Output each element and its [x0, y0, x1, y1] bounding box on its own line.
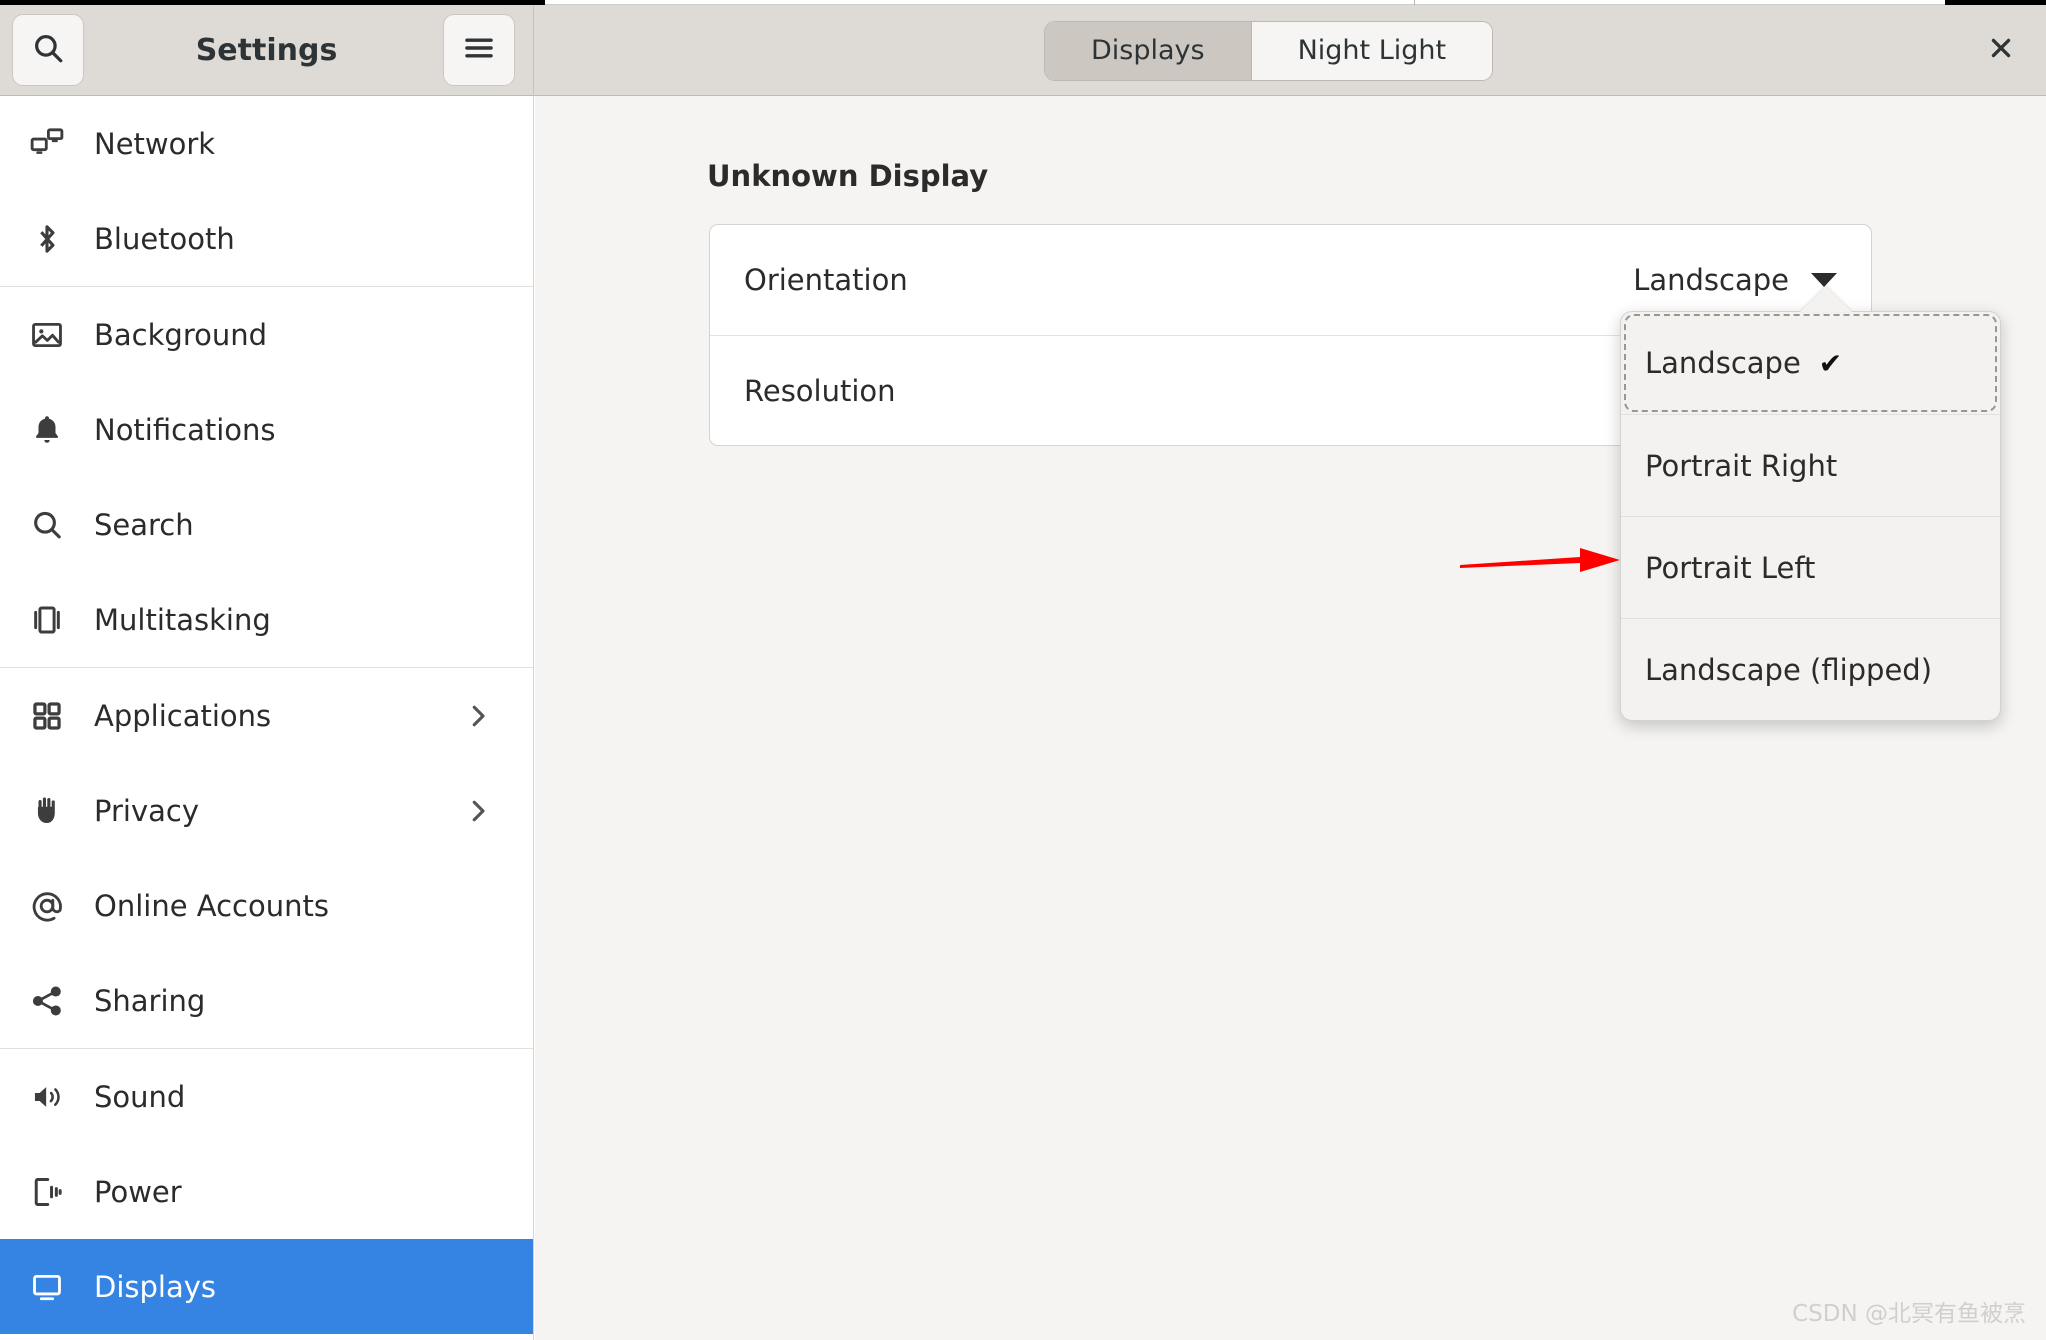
- sidebar-item-notifications[interactable]: Notifications: [0, 382, 533, 477]
- dropdown-popover-tail: [1800, 286, 1852, 312]
- close-button[interactable]: [1956, 25, 2046, 77]
- orientation-value: Landscape: [1633, 263, 1789, 297]
- sidebar-item-label: Displays: [94, 1269, 217, 1304]
- header-bar-sidebar-section: Settings: [0, 4, 534, 96]
- power-plug-icon: [24, 1175, 70, 1209]
- sidebar-item-network[interactable]: Network: [0, 96, 533, 191]
- sidebar-item-background[interactable]: Background: [0, 287, 533, 382]
- close-icon: [1987, 31, 2015, 71]
- bell-icon: [24, 413, 70, 447]
- menu-item-label: Portrait Left: [1645, 550, 1816, 585]
- sidebar-item-sharing[interactable]: Sharing: [0, 953, 533, 1048]
- chevron-right-icon: [463, 796, 493, 826]
- sidebar-item-label: Notifications: [94, 412, 276, 447]
- menu-item-portrait-right[interactable]: Portrait Right: [1621, 414, 2000, 516]
- sidebar-item-displays[interactable]: Displays: [0, 1239, 533, 1334]
- menu-item-landscape-flipped[interactable]: Landscape (flipped): [1621, 618, 2000, 720]
- menu-item-portrait-left[interactable]: Portrait Left: [1621, 516, 2000, 618]
- hamburger-menu-icon: [462, 31, 496, 69]
- menu-item-landscape[interactable]: Landscape ✔: [1621, 312, 2000, 414]
- tab-displays[interactable]: Displays: [1045, 21, 1251, 80]
- sidebar-item-label: Sound: [94, 1079, 186, 1114]
- search-icon: [24, 508, 70, 542]
- orientation-label: Orientation: [744, 263, 908, 297]
- sidebar-item-applications[interactable]: Applications: [0, 668, 533, 763]
- monitor-icon: [24, 1270, 70, 1304]
- chevron-right-icon: [463, 701, 493, 731]
- sidebar: Network Bluetooth Background Notificatio…: [0, 96, 534, 1340]
- sidebar-item-label: Network: [94, 126, 216, 161]
- sidebar-item-power[interactable]: Power: [0, 1144, 533, 1239]
- sidebar-item-label: Applications: [94, 698, 272, 733]
- settings-window: Settings Displays Night Light Network Bl…: [0, 0, 2046, 1340]
- sidebar-item-search[interactable]: Search: [0, 477, 533, 572]
- sidebar-item-sound[interactable]: Sound: [0, 1049, 533, 1144]
- speaker-icon: [24, 1080, 70, 1114]
- share-icon: [24, 984, 70, 1018]
- sidebar-item-privacy[interactable]: Privacy: [0, 763, 533, 858]
- menu-item-label: Landscape: [1645, 346, 1801, 380]
- check-icon: ✔: [1818, 346, 1843, 380]
- bluetooth-icon: [24, 222, 70, 256]
- background-icon: [24, 318, 70, 352]
- orientation-dropdown-menu: Landscape ✔ Portrait Right Portrait Left…: [1620, 311, 2001, 721]
- tab-displays-label: Displays: [1091, 35, 1205, 66]
- watermark: CSDN @北冥有鱼被烹: [1792, 1301, 2026, 1327]
- chevron-down-icon: [1811, 273, 1837, 287]
- menu-item-label: Landscape (flipped): [1645, 652, 1933, 687]
- sidebar-item-label: Privacy: [94, 793, 199, 828]
- annotation-arrow-icon: [1460, 540, 1620, 580]
- sidebar-item-label: Background: [94, 317, 268, 352]
- sidebar-item-label: Online Accounts: [94, 888, 329, 923]
- resolution-label: Resolution: [744, 373, 896, 408]
- network-icon: [24, 127, 70, 161]
- view-switcher: Displays Night Light: [1044, 20, 1494, 81]
- search-icon: [31, 31, 65, 69]
- tab-night-light-label: Night Light: [1297, 35, 1447, 66]
- sidebar-item-bluetooth[interactable]: Bluetooth: [0, 191, 533, 286]
- sidebar-item-label: Power: [94, 1174, 182, 1209]
- sidebar-item-label: Bluetooth: [94, 221, 235, 256]
- applications-icon: [24, 699, 70, 733]
- display-name-heading: Unknown Display: [707, 159, 989, 193]
- sidebar-item-label: Multitasking: [94, 602, 271, 637]
- at-sign-icon: [24, 889, 70, 923]
- header-bar-content-section: Displays Night Light: [534, 5, 2046, 96]
- sidebar-item-label: Search: [94, 507, 194, 542]
- menu-item-label: Portrait Right: [1645, 448, 1838, 483]
- sidebar-item-online-accounts[interactable]: Online Accounts: [0, 858, 533, 953]
- search-button[interactable]: [12, 14, 84, 86]
- main-menu-button[interactable]: [443, 14, 515, 86]
- tab-night-light[interactable]: Night Light: [1250, 21, 1493, 80]
- hand-icon: [24, 794, 70, 828]
- header-bar: Settings Displays Night Light: [0, 4, 2046, 96]
- sidebar-item-label: Sharing: [94, 983, 206, 1018]
- multitasking-icon: [24, 603, 70, 637]
- sidebar-item-multitasking[interactable]: Multitasking: [0, 572, 533, 667]
